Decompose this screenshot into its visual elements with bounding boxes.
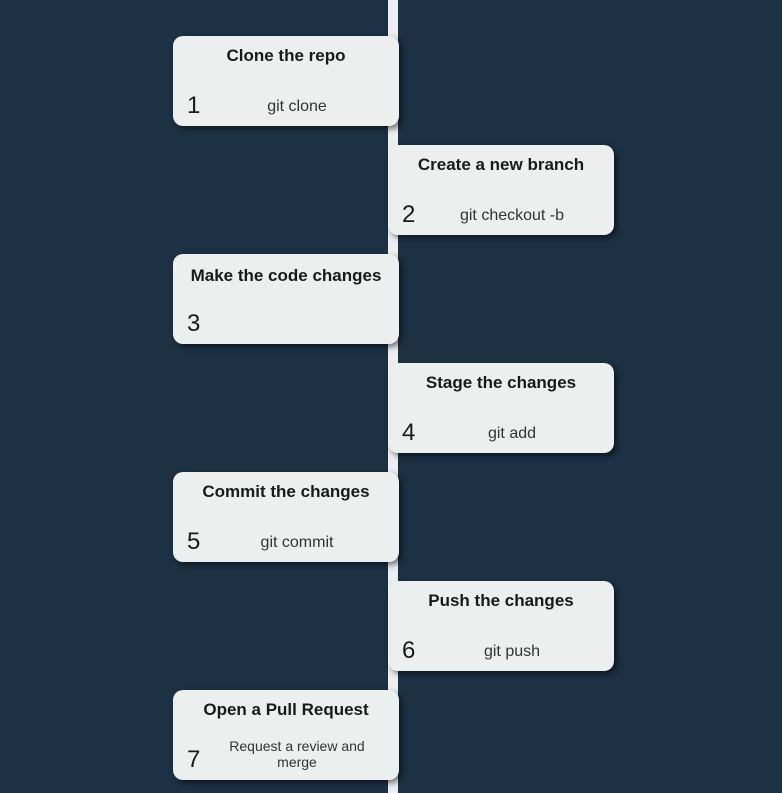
step-number: 7 — [187, 748, 209, 772]
step-card-6: Push the changes 6 git push — [388, 581, 614, 671]
step-command: git add — [424, 425, 600, 445]
step-title: Open a Pull Request — [187, 700, 385, 720]
step-command — [209, 334, 385, 336]
step-title: Make the code changes — [187, 266, 385, 286]
step-row: 7 Request a review and merge — [187, 738, 385, 772]
step-row: 6 git push — [402, 639, 600, 663]
step-title: Commit the changes — [187, 482, 385, 502]
step-command: git commit — [209, 534, 385, 554]
step-command: git clone — [209, 98, 385, 118]
step-title: Create a new branch — [402, 155, 600, 175]
step-card-1: Clone the repo 1 git clone — [173, 36, 399, 126]
step-command: Request a review and merge — [209, 738, 385, 772]
step-card-5: Commit the changes 5 git commit — [173, 472, 399, 562]
step-number: 1 — [187, 94, 209, 118]
step-row: 3 — [187, 312, 385, 336]
step-card-3: Make the code changes 3 — [173, 254, 399, 344]
step-number: 4 — [402, 421, 424, 445]
step-card-4: Stage the changes 4 git add — [388, 363, 614, 453]
step-row: 1 git clone — [187, 94, 385, 118]
step-row: 4 git add — [402, 421, 600, 445]
step-number: 6 — [402, 639, 424, 663]
step-command: git push — [424, 643, 600, 663]
step-number: 2 — [402, 203, 424, 227]
step-number: 5 — [187, 530, 209, 554]
step-command: git checkout -b — [424, 207, 600, 227]
step-number: 3 — [187, 312, 209, 336]
step-row: 2 git checkout -b — [402, 203, 600, 227]
step-title: Push the changes — [402, 591, 600, 611]
step-card-2: Create a new branch 2 git checkout -b — [388, 145, 614, 235]
step-card-7: Open a Pull Request 7 Request a review a… — [173, 690, 399, 780]
step-title: Stage the changes — [402, 373, 600, 393]
step-title: Clone the repo — [187, 46, 385, 66]
step-row: 5 git commit — [187, 530, 385, 554]
